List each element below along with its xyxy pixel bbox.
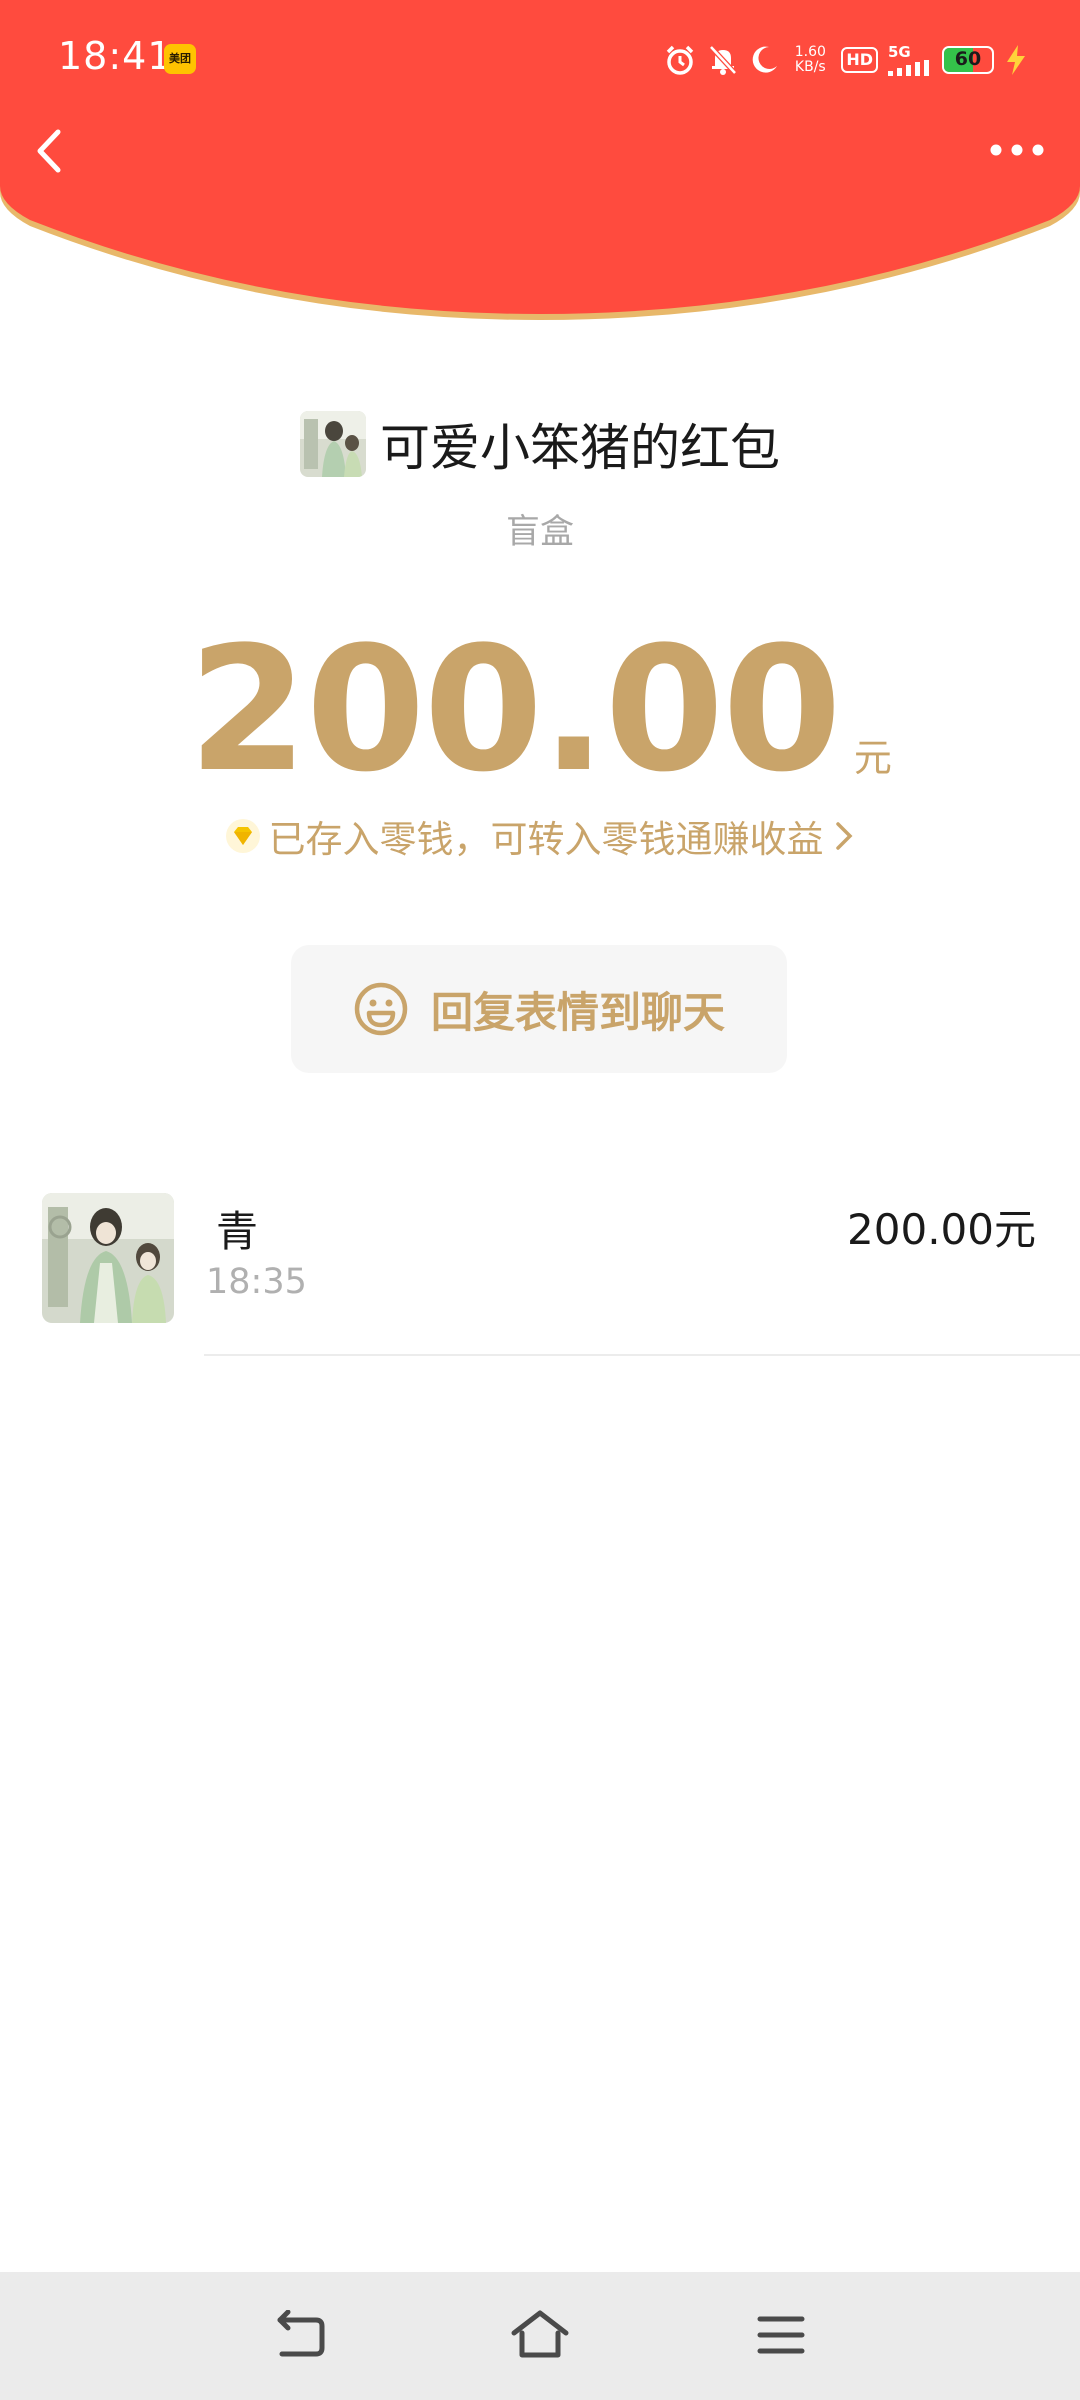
battery-level: 60 xyxy=(954,48,982,70)
sender-row: 可爱小笨猪的红包 xyxy=(0,406,1080,482)
system-back-button[interactable] xyxy=(265,2302,335,2368)
meituan-notification-icon: 美团 xyxy=(164,44,196,74)
reply-sticker-label: 回复表情到聊天 xyxy=(430,987,725,1037)
receiver-list-item[interactable]: 青 18:35 200.00元 xyxy=(0,1190,1080,1356)
more-dots-icon xyxy=(990,144,1044,156)
packet-type-label: 盲盒 xyxy=(506,512,574,552)
battery-indicator: 60 xyxy=(942,46,994,74)
network-speed-value: 1.60 xyxy=(794,44,826,60)
network-speed: 1.60 KB/s xyxy=(789,45,831,75)
amount-row: 200.00 元 xyxy=(0,609,1080,810)
charging-icon xyxy=(1004,44,1028,76)
chevron-right-icon xyxy=(835,822,852,850)
mute-icon xyxy=(707,43,739,77)
receiver-name: 青 xyxy=(216,1207,259,1256)
chevron-left-icon xyxy=(37,129,61,173)
receiver-avatar[interactable] xyxy=(42,1193,174,1323)
reply-sticker-button[interactable]: 回复表情到聊天 xyxy=(291,945,787,1073)
smiley-icon xyxy=(354,982,408,1036)
status-icons: 1.60 KB/s HD 5G 60 xyxy=(663,38,1028,82)
network-speed-unit: KB/s xyxy=(794,59,826,75)
wallet-notice-text: 已存入零钱，可转入零钱通赚收益 xyxy=(268,818,824,861)
system-navigation-bar xyxy=(0,2272,1080,2400)
amount-unit: 元 xyxy=(853,736,892,780)
amount-value: 200.00 xyxy=(188,609,842,810)
moon-icon xyxy=(749,44,779,76)
red-packet-detail-screen: 18:41 美团 1.60 KB/s HD 5G 60 可爱小笨猪的红包 盲盒 … xyxy=(0,0,1080,2400)
menu-nav-icon xyxy=(757,2316,805,2354)
hd-badge: HD xyxy=(841,47,878,73)
system-home-button[interactable] xyxy=(505,2302,575,2368)
alarm-icon xyxy=(663,43,697,77)
back-button[interactable] xyxy=(24,118,84,184)
receiver-amount: 200.00元 xyxy=(847,1205,1036,1254)
sender-avatar[interactable] xyxy=(300,411,366,477)
status-bar: 18:41 美团 1.60 KB/s HD 5G 60 xyxy=(0,0,1080,110)
signal-icon: 5G xyxy=(888,42,932,76)
sender-title: 可爱小笨猪的红包 xyxy=(380,419,780,477)
more-button[interactable] xyxy=(982,128,1052,172)
receiver-time: 18:35 xyxy=(206,1262,307,1302)
divider xyxy=(204,1354,1080,1356)
status-time: 18:41 xyxy=(58,34,173,78)
wallet-notice-link[interactable]: 已存入零钱，可转入零钱通赚收益 xyxy=(0,808,1080,864)
home-nav-icon xyxy=(511,2310,569,2358)
network-type: 5G xyxy=(888,42,911,61)
system-menu-button[interactable] xyxy=(746,2302,816,2368)
back-nav-icon xyxy=(277,2310,325,2357)
diamond-icon xyxy=(225,819,260,853)
